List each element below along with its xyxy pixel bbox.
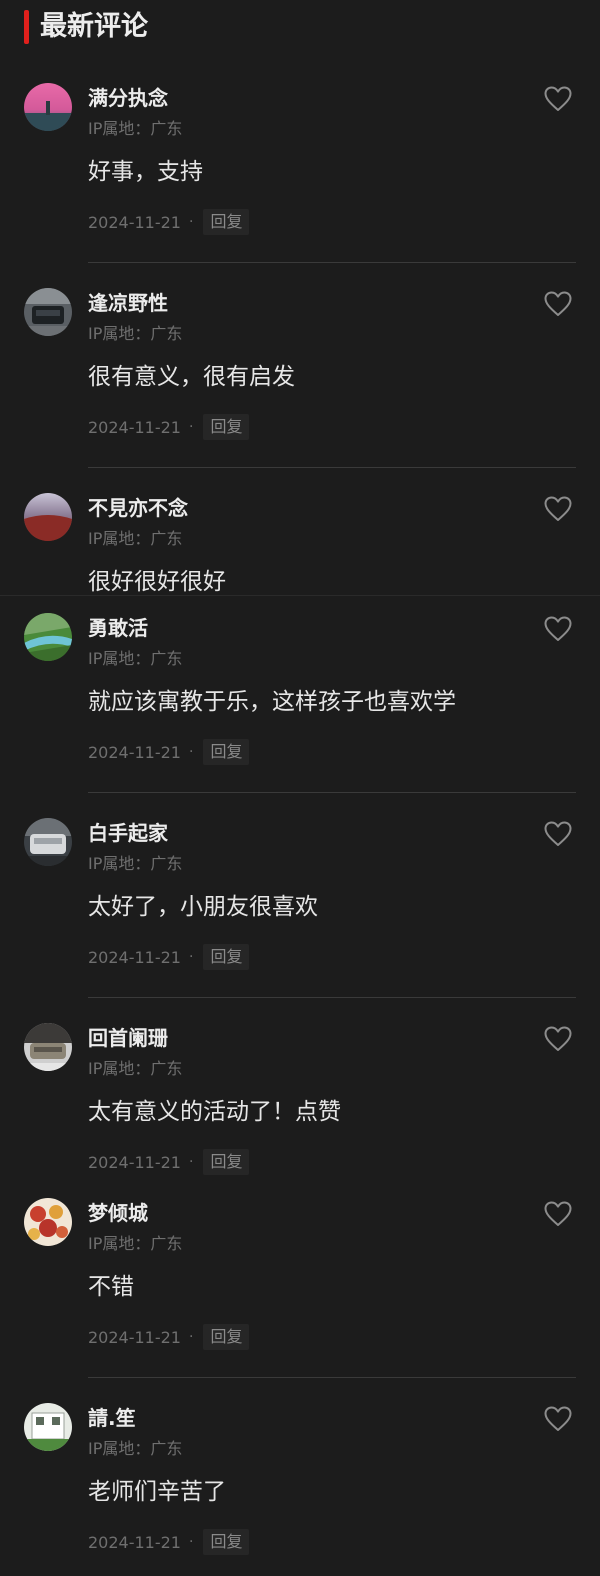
avatar[interactable] (24, 1198, 72, 1246)
divider (88, 467, 576, 468)
ip-location: IP属地：广东 (88, 1234, 183, 1253)
comment-date: 2024-11-21 (88, 947, 181, 967)
comment-date: 2024-11-21 (88, 742, 181, 762)
comment-date: 2024-11-21 (88, 1532, 181, 1552)
reply-button[interactable]: 回复 (203, 1149, 250, 1175)
username[interactable]: 梦倾城 (88, 1199, 148, 1227)
heart-outline-icon[interactable] (544, 821, 572, 847)
comment-text: 就应该寓教于乐，这样孩子也喜欢学 (88, 689, 456, 715)
separator-dot: · (188, 1154, 194, 1170)
avatar[interactable] (24, 288, 72, 336)
ip-location: IP属地：广东 (88, 649, 183, 668)
reply-button[interactable]: 回复 (203, 739, 250, 765)
reply-button[interactable]: 回复 (203, 414, 250, 440)
comment-meta: 2024-11-21 · 回复 (88, 943, 250, 971)
comment-meta: 2024-11-21 · 回复 (88, 1323, 250, 1351)
comment-date: 2024-11-21 (88, 1327, 181, 1347)
section-title: 最新评论 (40, 11, 148, 42)
comment-text: 很好很好很好 (88, 569, 226, 595)
heart-outline-icon[interactable] (544, 616, 572, 642)
ip-location: IP属地：广东 (88, 1439, 183, 1458)
heart-outline-icon[interactable] (544, 1201, 572, 1227)
separator-dot: · (188, 1534, 194, 1550)
username[interactable]: 請.笙 (88, 1404, 136, 1432)
separator-dot: · (188, 1329, 194, 1345)
header-accent-bar (24, 10, 29, 44)
avatar[interactable] (24, 1403, 72, 1451)
comment-date: 2024-11-21 (88, 1152, 181, 1172)
username[interactable]: 勇敢活 (88, 614, 148, 642)
section-header: 最新评论 (0, 0, 600, 60)
comment-date: 2024-11-21 (88, 417, 181, 437)
username[interactable]: 白手起家 (88, 819, 168, 847)
separator-dot: · (188, 214, 194, 230)
reply-button[interactable]: 回复 (203, 209, 250, 235)
seam-cover (0, 595, 600, 607)
comment-text: 很有意义，很有启发 (88, 364, 295, 390)
comment-meta: 2024-11-21 · 回复 (88, 1528, 250, 1556)
comment-meta: 2024-11-21 · 回复 (88, 738, 250, 766)
heart-outline-icon[interactable] (544, 1026, 572, 1052)
comment-text: 老师们辛苦了 (88, 1479, 226, 1505)
divider (88, 997, 576, 998)
avatar[interactable] (24, 818, 72, 866)
avatar[interactable] (24, 613, 72, 661)
screenshot-seam (0, 595, 600, 596)
comment-text: 太好了，小朋友很喜欢 (88, 894, 318, 920)
separator-dot: · (188, 744, 194, 760)
ip-location: IP属地：广东 (88, 529, 183, 548)
divider (88, 262, 576, 263)
avatar[interactable] (24, 83, 72, 131)
ip-location: IP属地：广东 (88, 1059, 183, 1078)
avatar[interactable] (24, 1023, 72, 1071)
comment-text: 好事，支持 (88, 159, 203, 185)
heart-outline-icon[interactable] (544, 291, 572, 317)
ip-location: IP属地：广东 (88, 324, 183, 343)
divider (88, 792, 576, 793)
divider (88, 1377, 576, 1378)
reply-button[interactable]: 回复 (203, 1529, 250, 1555)
username[interactable]: 不見亦不念 (88, 494, 188, 522)
ip-location: IP属地：广东 (88, 119, 183, 138)
username[interactable]: 满分执念 (88, 84, 168, 112)
comment-meta: 2024-11-21 · 回复 (88, 1148, 250, 1176)
heart-outline-icon[interactable] (544, 86, 572, 112)
comment-meta: 2024-11-21 · 回复 (88, 208, 250, 236)
ip-location: IP属地：广东 (88, 854, 183, 873)
avatar[interactable] (24, 493, 72, 541)
separator-dot: · (188, 419, 194, 435)
username[interactable]: 逢凉野性 (88, 289, 168, 317)
heart-outline-icon[interactable] (544, 1406, 572, 1432)
comment-date: 2024-11-21 (88, 212, 181, 232)
username[interactable]: 回首阑珊 (88, 1024, 168, 1052)
comment-meta: 2024-11-21 · 回复 (88, 413, 250, 441)
comment-text: 太有意义的活动了！点赞 (88, 1099, 341, 1125)
comment-text: 不错 (88, 1274, 134, 1300)
separator-dot: · (188, 949, 194, 965)
heart-outline-icon[interactable] (544, 496, 572, 522)
reply-button[interactable]: 回复 (203, 1324, 250, 1350)
reply-button[interactable]: 回复 (203, 944, 250, 970)
